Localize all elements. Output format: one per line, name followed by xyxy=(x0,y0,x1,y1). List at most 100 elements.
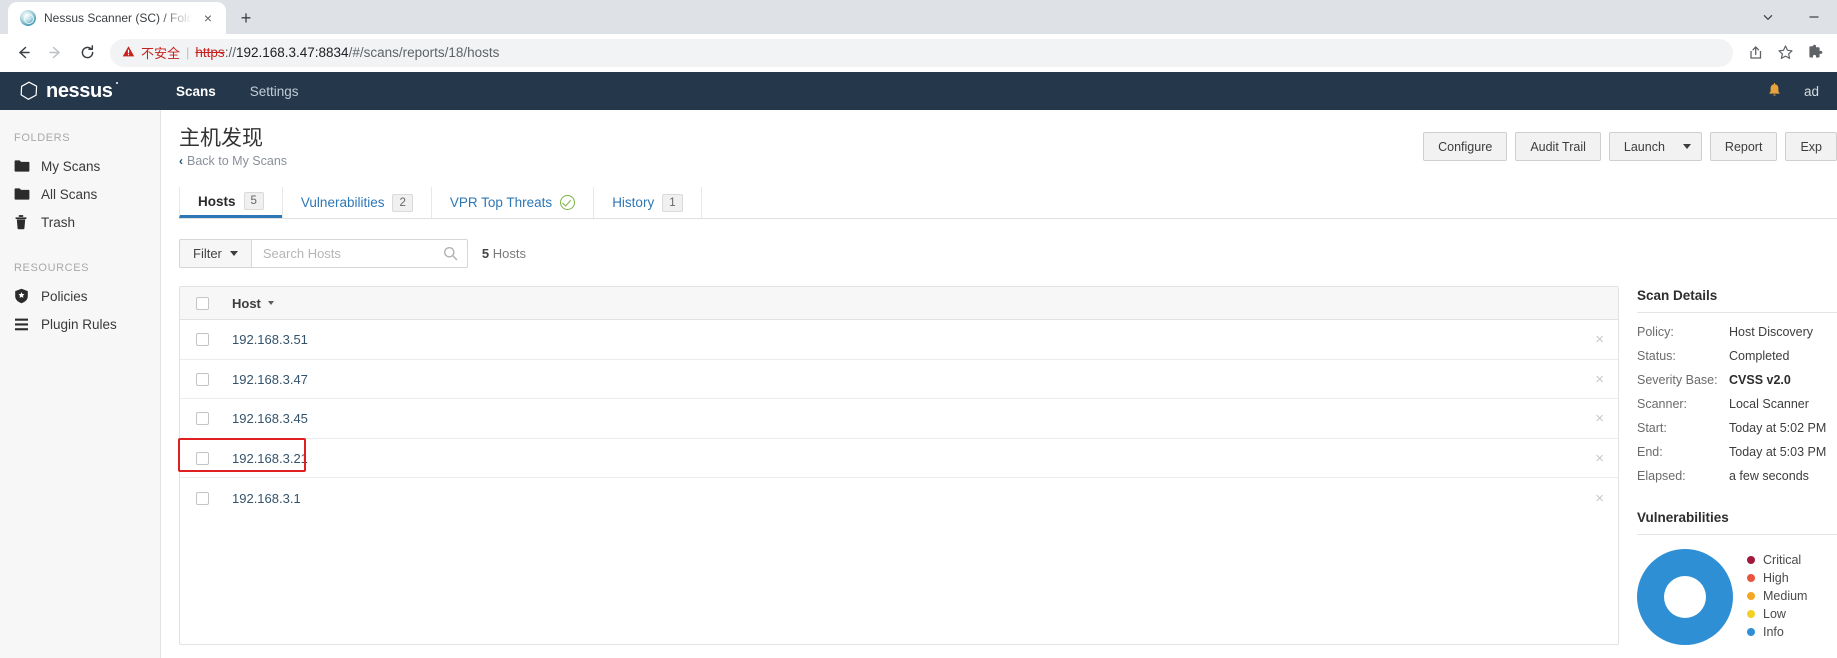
row-checkbox[interactable] xyxy=(196,412,209,425)
extensions-puzzle-icon[interactable] xyxy=(1801,39,1829,67)
sidebar-item-all-scans[interactable]: All Scans xyxy=(0,180,160,208)
address-bar[interactable]: 不安全 | https://192.168.3.47:8834/#/scans/… xyxy=(110,38,1733,67)
remove-host-icon[interactable]: × xyxy=(1595,491,1604,506)
sidebar-item-my-scans[interactable]: My Scans xyxy=(0,152,160,180)
detail-label: End: xyxy=(1637,444,1663,459)
sidebar-item-label: Trash xyxy=(41,214,76,230)
sort-descending-icon xyxy=(267,301,274,306)
user-menu[interactable]: ad xyxy=(1804,84,1819,99)
sidebar-item-policies[interactable]: Policies xyxy=(0,282,160,310)
tab-vulnerabilities[interactable]: Vulnerabilities 2 xyxy=(281,187,432,219)
sidebar-section-resources-title: RESOURCES xyxy=(14,262,90,274)
filter-bar: Filter 5 Hosts xyxy=(179,239,1837,269)
select-all-checkbox[interactable] xyxy=(196,296,209,310)
launch-button[interactable]: Launch xyxy=(1608,132,1702,161)
chevron-down-icon xyxy=(229,251,238,257)
detail-label: Elapsed: xyxy=(1637,468,1686,483)
sidebar-item-label: Policies xyxy=(41,288,88,304)
chevron-down-icon[interactable] xyxy=(1745,0,1791,34)
bookmark-star-icon[interactable] xyxy=(1771,39,1799,67)
remove-host-icon[interactable]: × xyxy=(1595,372,1604,387)
search-input[interactable] xyxy=(262,246,443,262)
tab-label: Vulnerabilities xyxy=(300,195,385,211)
minimize-icon[interactable] xyxy=(1791,0,1837,34)
nessus-hexagon-icon xyxy=(18,80,40,102)
remove-host-icon[interactable]: × xyxy=(1595,411,1604,426)
tab-hosts[interactable]: Hosts 5 xyxy=(179,187,283,219)
remove-host-icon[interactable]: × xyxy=(1595,332,1604,347)
host-cell: 192.168.3.45 xyxy=(232,411,308,426)
table-row[interactable]: 192.168.3.51 × xyxy=(180,320,1618,360)
sidebar-item-trash[interactable]: Trash xyxy=(0,208,160,236)
remove-host-icon[interactable]: × xyxy=(1595,451,1604,466)
nav-item-scans[interactable]: Scans xyxy=(176,84,216,99)
bell-icon[interactable] xyxy=(1767,83,1782,99)
detail-row-end: End: Today at 5:03 PM xyxy=(1637,444,1837,461)
nessus-favicon-icon xyxy=(20,10,36,26)
sidebar-item-label: My Scans xyxy=(41,158,101,174)
table-header: Host xyxy=(180,287,1618,321)
back-to-my-scans-link[interactable]: ‹ Back to My Scans xyxy=(179,154,287,168)
sidebar-item-plugin-rules[interactable]: Plugin Rules xyxy=(0,310,160,338)
divider xyxy=(1637,534,1837,536)
row-checkbox[interactable] xyxy=(196,372,209,386)
table-row[interactable]: 192.168.3.47 × xyxy=(180,360,1618,400)
url-host: 192.168.3.47:8834 xyxy=(235,45,349,60)
trash-icon xyxy=(14,214,30,230)
browser-tab-title: Nessus Scanner (SC) / Folders xyxy=(44,11,192,25)
table-row[interactable]: 192.168.3.1 × xyxy=(180,478,1618,518)
host-cell: 192.168.3.51 xyxy=(232,332,308,347)
configure-button[interactable]: Configure xyxy=(1423,132,1508,161)
host-count-label: Hosts xyxy=(492,246,526,262)
detail-value: Today at 5:03 PM xyxy=(1729,444,1827,459)
page-actions: Configure Audit Trail Launch Report Exp xyxy=(1415,132,1837,161)
sidebar-item-label: Plugin Rules xyxy=(41,316,117,332)
detail-value: CVSS v2.0 xyxy=(1729,373,1791,387)
back-link-label: Back to My Scans xyxy=(187,154,288,169)
column-header-host[interactable]: Host xyxy=(232,296,274,311)
detail-value: Host Discovery xyxy=(1729,325,1814,340)
detail-row-elapsed: Elapsed: a few seconds xyxy=(1637,468,1837,485)
row-checkbox[interactable] xyxy=(196,491,209,505)
window-controls xyxy=(1745,0,1837,34)
shield-icon xyxy=(14,288,30,304)
table-row[interactable]: 192.168.3.45 × xyxy=(180,399,1618,439)
url-path: /#/scans/reports/18/hosts xyxy=(348,45,500,60)
hosts-table: Host 192.168.3.51 × 192.168.3.47 × 192.1… xyxy=(178,286,1619,646)
legend-swatch xyxy=(1747,610,1755,619)
tab-badge: 1 xyxy=(662,193,683,212)
nessus-logo[interactable]: nessus xyxy=(18,80,160,103)
row-checkbox[interactable] xyxy=(196,451,209,465)
url-separator: :// xyxy=(224,45,236,60)
severity-donut-chart[interactable] xyxy=(1637,549,1733,646)
warning-triangle-icon xyxy=(122,45,135,60)
search-icon[interactable] xyxy=(443,246,458,261)
forward-icon[interactable] xyxy=(40,38,70,68)
filter-dropdown[interactable]: Filter xyxy=(179,239,251,269)
detail-value: a few seconds xyxy=(1729,468,1809,483)
share-icon[interactable] xyxy=(1741,39,1769,67)
nessus-app: nessus Scans Settings ad FOLDERS My Scan… xyxy=(0,72,1837,658)
new-tab-button[interactable]: + xyxy=(232,4,260,32)
tab-history[interactable]: History 1 xyxy=(593,187,702,219)
legend-label: Low xyxy=(1763,607,1786,622)
back-icon[interactable] xyxy=(8,38,38,68)
search-hosts-field[interactable] xyxy=(250,239,468,269)
check-circle-icon xyxy=(560,195,576,211)
tab-vpr-top-threats[interactable]: VPR Top Threats xyxy=(430,187,595,219)
audit-trail-button[interactable]: Audit Trail xyxy=(1515,132,1601,161)
export-button[interactable]: Exp xyxy=(1785,132,1837,161)
reload-icon[interactable] xyxy=(72,38,102,68)
close-icon[interactable]: × xyxy=(200,10,216,26)
nav-item-settings[interactable]: Settings xyxy=(250,84,299,99)
insecure-label: 不安全 xyxy=(141,46,181,61)
legend-label: Info xyxy=(1763,625,1784,640)
browser-tab[interactable]: Nessus Scanner (SC) / Folders × xyxy=(8,2,226,34)
report-button[interactable]: Report xyxy=(1709,132,1778,161)
row-checkbox[interactable] xyxy=(196,333,209,346)
table-row[interactable]: 192.168.3.21 × xyxy=(178,437,1618,479)
content-split: Host 192.168.3.51 × 192.168.3.47 × 192.1… xyxy=(178,286,1837,646)
scan-details-panel: Scan Details Policy: Host Discovery Stat… xyxy=(1637,286,1837,646)
detail-value: Today at 5:02 PM xyxy=(1729,420,1827,435)
tab-bar: Hosts 5 Vulnerabilities 2 VPR Top Threat… xyxy=(179,187,1837,220)
